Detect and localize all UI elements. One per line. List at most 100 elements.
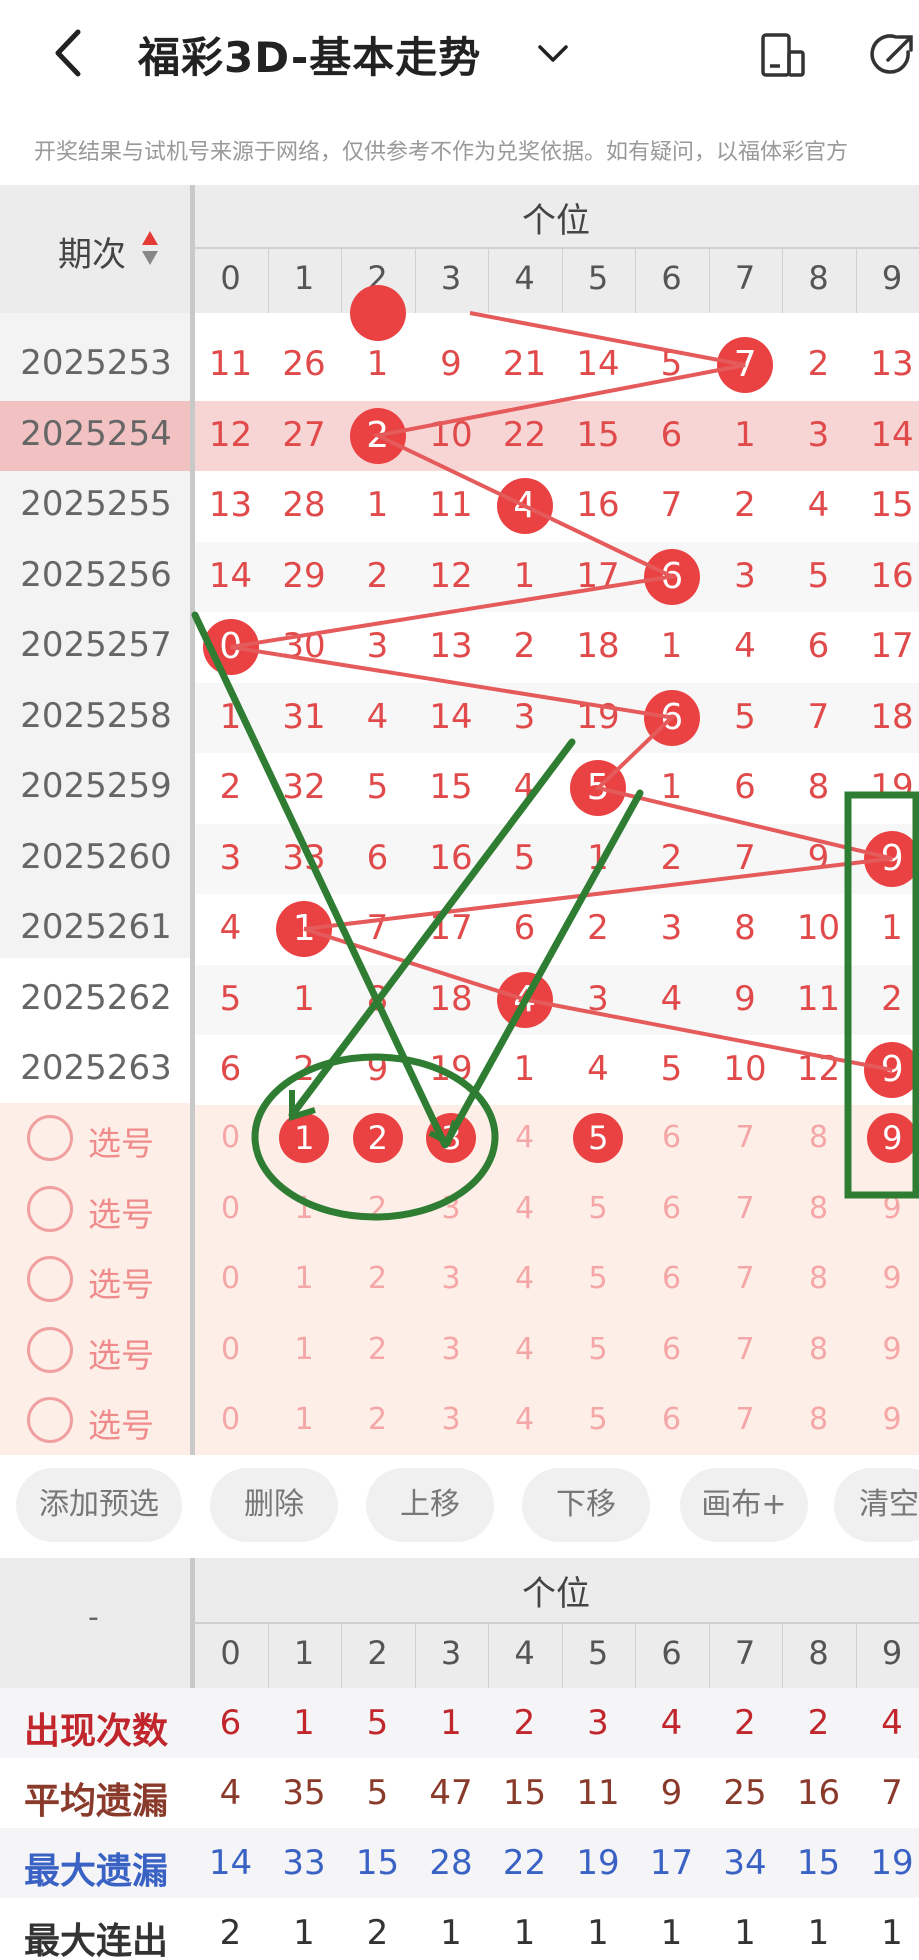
pick-number-cell[interactable]: 3 xyxy=(415,1261,488,1296)
pick-number-cell[interactable]: 6 xyxy=(635,1402,708,1437)
pick-number-cell[interactable]: 2 xyxy=(341,1191,414,1226)
table-row-partial xyxy=(194,313,919,330)
pick-number-cell[interactable]: 6 xyxy=(635,1191,708,1226)
pick-number-cell[interactable]: 0 xyxy=(194,1120,267,1155)
miss-count-cell: 11 xyxy=(796,978,841,1019)
pick-label[interactable]: 选号 xyxy=(88,1399,154,1447)
pick-number-cell[interactable]: 1 xyxy=(268,1402,341,1437)
picked-number-ball[interactable]: 2 xyxy=(352,1113,403,1163)
pick-number-cell[interactable]: 3 xyxy=(415,1332,488,1367)
pick-number-cell[interactable]: 9 xyxy=(856,1332,919,1367)
miss-count-cell: 12 xyxy=(796,1049,841,1089)
miss-count-cell: 6 xyxy=(513,908,536,948)
pick-number-cell[interactable]: 2 xyxy=(341,1402,414,1437)
pick-number-cell[interactable]: 5 xyxy=(562,1191,635,1226)
pick-number-cell[interactable]: 0 xyxy=(194,1402,267,1437)
pick-number-cell[interactable]: 4 xyxy=(488,1261,561,1296)
pick-radio-circle[interactable] xyxy=(27,1115,73,1161)
miss-count-cell: 22 xyxy=(502,414,547,455)
pick-number-cell[interactable]: 9 xyxy=(856,1191,919,1226)
pick-number-cell[interactable]: 6 xyxy=(635,1261,708,1296)
pick-number-cell[interactable]: 0 xyxy=(194,1261,267,1296)
pick-radio-circle[interactable] xyxy=(27,1256,73,1302)
pick-number-cell[interactable]: 1 xyxy=(268,1332,341,1367)
chevron-down-icon[interactable] xyxy=(535,38,571,68)
pick-number-cell[interactable]: 4 xyxy=(488,1332,561,1367)
period-cell: 2025254 xyxy=(20,413,172,454)
pick-number-cell[interactable]: 8 xyxy=(782,1120,855,1155)
share-icon[interactable] xyxy=(868,30,918,80)
pick-number-cell[interactable]: 9 xyxy=(856,1261,919,1296)
stats-value-cell: 19 xyxy=(576,1843,620,1883)
pick-number-cell[interactable]: 5 xyxy=(562,1332,635,1367)
pick-number-cell[interactable]: 5 xyxy=(562,1402,635,1437)
pick-number-cell[interactable]: 4 xyxy=(488,1120,561,1155)
stats-value-cell: 17 xyxy=(649,1843,694,1883)
back-arrow-icon[interactable] xyxy=(50,28,90,78)
action-button-0[interactable]: 添加预选 xyxy=(16,1468,182,1542)
miss-count-cell: 1 xyxy=(660,767,683,807)
action-button-3[interactable]: 下移 xyxy=(522,1468,650,1542)
miss-count-cell: 6 xyxy=(734,767,756,807)
layout-toggle-icon[interactable] xyxy=(760,32,806,78)
period-cell: 2025257 xyxy=(20,625,172,665)
pick-number-cell[interactable]: 4 xyxy=(488,1402,561,1437)
pick-number-cell[interactable]: 0 xyxy=(194,1191,267,1226)
pick-number-cell[interactable]: 3 xyxy=(415,1191,488,1226)
pick-number-cell[interactable]: 8 xyxy=(782,1191,855,1226)
pick-radio-circle[interactable] xyxy=(27,1185,73,1232)
pick-label[interactable]: 选号 xyxy=(88,1258,154,1306)
pick-number-cell[interactable]: 9 xyxy=(856,1402,919,1437)
pick-number-cell[interactable]: 1 xyxy=(268,1261,341,1296)
stats-value-cell: 4 xyxy=(660,1703,683,1743)
pick-number-cell[interactable]: 7 xyxy=(709,1402,782,1437)
miss-count-cell: 3 xyxy=(513,696,536,737)
pick-number-cell[interactable]: 7 xyxy=(709,1191,782,1226)
pick-label[interactable]: 选号 xyxy=(88,1329,154,1377)
stats-value-cell: 1 xyxy=(440,1703,462,1743)
pick-number-cell[interactable]: 6 xyxy=(635,1332,708,1367)
picked-number-ball[interactable]: 1 xyxy=(279,1113,330,1163)
pick-number-cell[interactable]: 8 xyxy=(782,1402,855,1437)
miss-count-cell: 3 xyxy=(660,908,683,948)
pick-number-cell[interactable]: 5 xyxy=(562,1261,635,1296)
pick-radio-circle[interactable] xyxy=(27,1397,73,1443)
pick-number-cell[interactable]: 1 xyxy=(268,1191,341,1226)
result-ball: 9 xyxy=(864,1042,919,1098)
picked-number-ball[interactable]: 3 xyxy=(426,1113,477,1163)
picked-number-ball[interactable]: 9 xyxy=(867,1113,918,1163)
pick-number-cell[interactable]: 7 xyxy=(709,1120,782,1155)
pick-number-cell[interactable]: 8 xyxy=(782,1261,855,1296)
pick-number-cell[interactable]: 3 xyxy=(415,1402,488,1437)
column-header-7: 7 xyxy=(734,259,756,297)
pick-label[interactable]: 选号 xyxy=(88,1117,154,1165)
stats-value-cell: 11 xyxy=(576,1773,620,1813)
action-button-1[interactable]: 删除 xyxy=(210,1468,338,1542)
pick-label[interactable]: 选号 xyxy=(88,1188,154,1236)
pick-number-cell[interactable]: 2 xyxy=(341,1261,414,1296)
pick-radio-circle[interactable] xyxy=(27,1326,73,1373)
miss-count-cell: 2 xyxy=(293,1049,315,1089)
pick-number-cell[interactable]: 7 xyxy=(709,1332,782,1367)
pick-number-cell[interactable]: 7 xyxy=(709,1261,782,1296)
action-button-5[interactable]: 清空 xyxy=(834,1468,919,1542)
stats-value-cell: 15 xyxy=(355,1843,400,1883)
pick-number-cell[interactable]: 6 xyxy=(635,1120,708,1155)
pick-number-cell[interactable]: 0 xyxy=(194,1332,267,1367)
action-button-4[interactable]: 画布+ xyxy=(680,1468,808,1542)
pick-number-cell[interactable]: 4 xyxy=(488,1191,561,1226)
sort-icon[interactable] xyxy=(140,229,160,269)
miss-count-cell: 13 xyxy=(208,485,253,525)
pick-number-cell[interactable]: 2 xyxy=(341,1332,414,1367)
period-cell: 2025253 xyxy=(20,343,172,383)
picked-number-ball[interactable]: 5 xyxy=(573,1113,624,1163)
column-header-5: 5 xyxy=(587,259,609,297)
pick-number-cell[interactable]: 8 xyxy=(782,1332,855,1367)
action-button-2[interactable]: 上移 xyxy=(366,1468,494,1542)
miss-count-cell: 1 xyxy=(366,485,389,525)
units-section-label: 个位 xyxy=(522,201,590,241)
period-cell: 2025261 xyxy=(20,907,172,947)
miss-count-cell: 16 xyxy=(870,555,914,596)
miss-count-cell: 1 xyxy=(293,978,315,1019)
miss-count-cell: 1 xyxy=(587,837,609,878)
